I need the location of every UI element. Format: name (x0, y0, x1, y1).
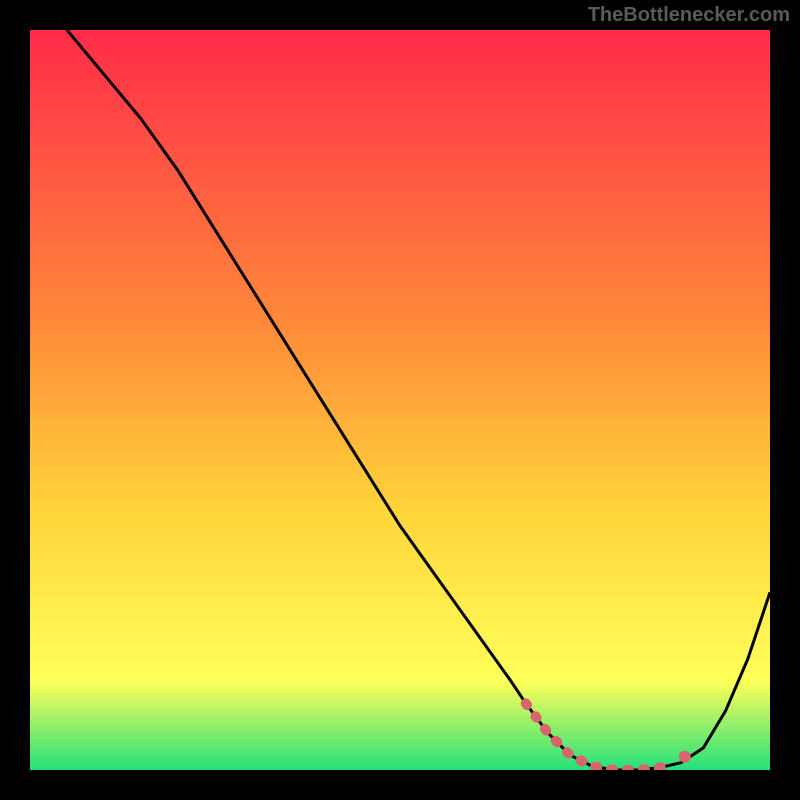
chart-plot-area (30, 30, 770, 770)
watermark-text: TheBottlenecker.com (588, 4, 790, 27)
chart-svg (30, 30, 770, 770)
highlight-extra-dot (679, 751, 691, 763)
gradient-background (30, 30, 770, 770)
